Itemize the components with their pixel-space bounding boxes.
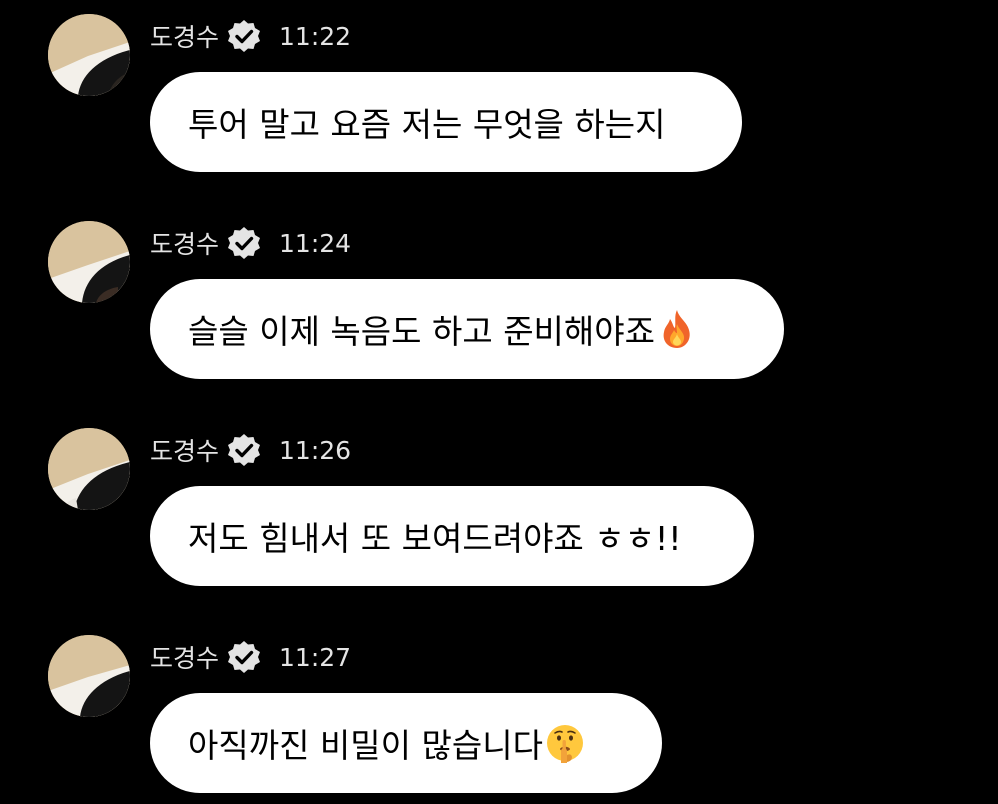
message-bubble[interactable]: 투어 말고 요즘 저는 무엇을 하는지 — [150, 72, 742, 172]
message-bubble[interactable]: 저도 힘내서 또 보여드려야죠 ㅎㅎ!! — [150, 486, 754, 586]
message-header: 도경수 11:24 — [150, 223, 351, 263]
verified-badge-icon — [225, 224, 263, 262]
sender-name[interactable]: 도경수 — [150, 225, 219, 261]
message-header: 도경수 11:22 — [150, 16, 351, 56]
message-header: 도경수 11:26 — [150, 430, 351, 470]
verified-badge-icon — [225, 638, 263, 676]
fire-emoji-icon — [657, 308, 697, 350]
message-text: 투어 말고 요즘 저는 무엇을 하는지 — [188, 105, 666, 144]
message-time: 11:24 — [279, 228, 352, 258]
message-header: 도경수 11:27 — [150, 637, 351, 677]
sender-name[interactable]: 도경수 — [150, 639, 219, 675]
message-time: 11:26 — [279, 435, 352, 465]
avatar[interactable] — [48, 221, 130, 303]
verified-badge-icon — [225, 17, 263, 55]
message-text: 아직까진 비밀이 많습니다 — [188, 726, 543, 765]
avatar-photo — [48, 428, 130, 510]
shushing-face-emoji-icon — [545, 722, 585, 764]
avatar[interactable] — [48, 428, 130, 510]
message-text: 저도 힘내서 또 보여드려야죠 ㅎㅎ!! — [188, 519, 682, 558]
message-time: 11:22 — [279, 21, 352, 51]
message-bubble[interactable]: 슬슬 이제 녹음도 하고 준비해야죠 — [150, 279, 784, 379]
avatar-photo — [48, 635, 130, 717]
message-time: 11:27 — [279, 642, 352, 672]
message-text: 슬슬 이제 녹음도 하고 준비해야죠 — [188, 312, 655, 351]
avatar[interactable] — [48, 635, 130, 717]
message-bubble[interactable]: 아직까진 비밀이 많습니다 — [150, 693, 662, 793]
verified-badge-icon — [225, 431, 263, 469]
avatar[interactable] — [48, 14, 130, 96]
avatar-photo — [48, 221, 130, 303]
sender-name[interactable]: 도경수 — [150, 432, 219, 468]
sender-name[interactable]: 도경수 — [150, 18, 219, 54]
avatar-photo — [48, 14, 130, 96]
